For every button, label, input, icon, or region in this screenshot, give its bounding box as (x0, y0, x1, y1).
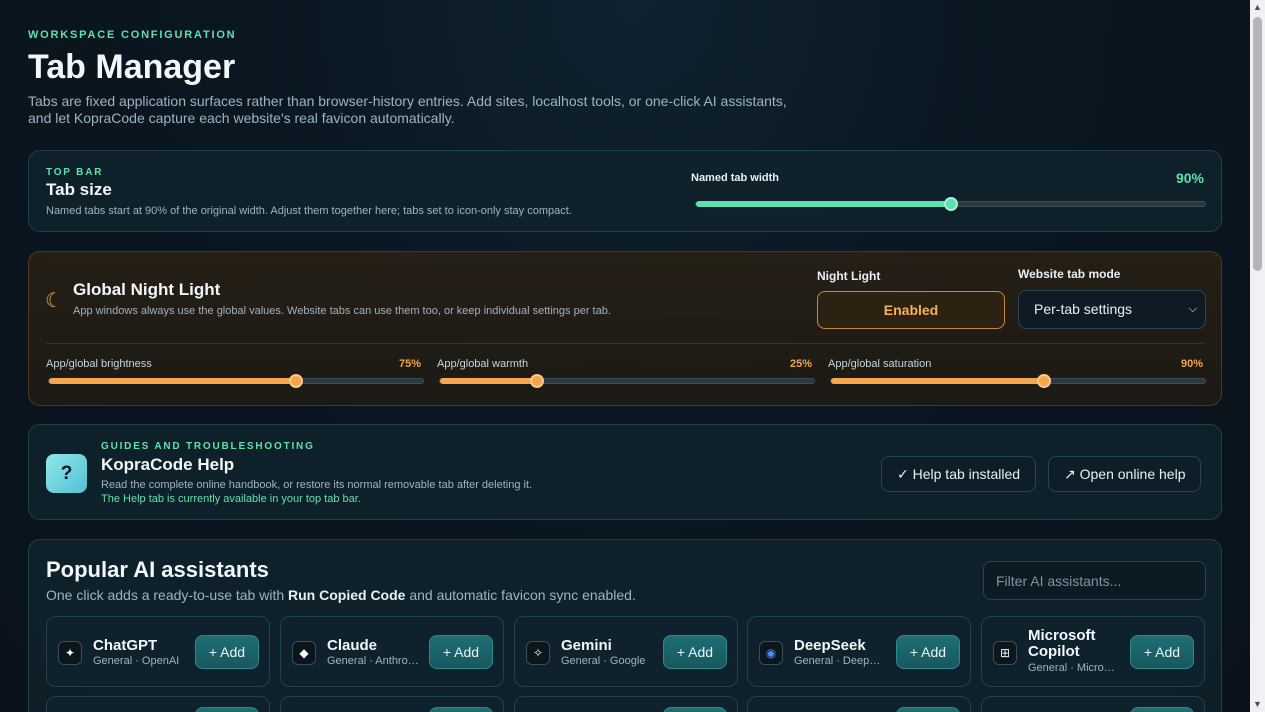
page-title: Tab Manager (28, 48, 236, 86)
filter-ai-input[interactable] (983, 561, 1206, 600)
add-claude-button[interactable]: + Add (429, 635, 493, 669)
claude-icon: ◆ (292, 641, 316, 665)
tab-width-label: Named tab width (691, 172, 780, 184)
assistant-tile-row2 (981, 696, 1205, 712)
assistant-meta: General · DeepSeek (794, 655, 886, 667)
assistant-tile-gemini: ✧ Gemini General · Google + Add (514, 616, 738, 687)
tab-size-card: TOP BAR Tab size Named tabs start at 90%… (28, 150, 1222, 232)
assistant-tile-row2 (747, 696, 971, 712)
assistant-meta: General · Microsoft (1028, 662, 1120, 674)
page-scrollbar[interactable]: ▲ ▼ (1250, 0, 1265, 712)
brightness-slider[interactable] (48, 374, 424, 388)
assistant-tile-row2 (46, 696, 270, 712)
tab-width-slider-fill (696, 201, 951, 207)
scroll-down-arrow-icon[interactable]: ▼ (1250, 697, 1265, 712)
night-light-toggle-button[interactable]: Enabled (817, 291, 1005, 329)
assistant-name: Microsoft Copilot (1028, 627, 1096, 660)
chevron-down-icon: ⌵ (1188, 303, 1197, 315)
ai-assistants-title: Popular AI assistants (46, 557, 269, 582)
ai-subtitle-bold: Run Copied Code (288, 587, 406, 603)
assistant-meta: General · OpenAI (93, 655, 180, 667)
assistant-meta: General · Google (561, 655, 646, 667)
saturation-label: App/global saturation (828, 358, 932, 370)
assistant-tile-claude: ◆ Claude General · Anthropic + Add (280, 616, 504, 687)
assistant-name: Gemini (561, 637, 612, 654)
warmth-slider[interactable] (439, 374, 815, 388)
add-copilot-button[interactable]: + Add (1130, 635, 1194, 669)
copilot-icon: ⊞ (993, 641, 1017, 665)
brightness-slider-fill (49, 378, 296, 384)
help-title: KopraCode Help (101, 455, 235, 474)
assistant-tile-row2 (514, 696, 738, 712)
saturation-slider-thumb[interactable] (1037, 374, 1051, 388)
warmth-slider-thumb[interactable] (530, 374, 544, 388)
assistant-tile-copilot: ⊞ Microsoft Copilot General · Microsoft … (981, 616, 1205, 687)
night-light-subtitle: App windows always use the global values… (73, 305, 611, 317)
add-button[interactable] (429, 707, 493, 712)
ai-assistants-subtitle: One click adds a ready-to-use tab with R… (46, 587, 636, 603)
open-online-help-button[interactable]: ↗ Open online help (1048, 456, 1202, 492)
help-card: ? GUIDES AND TROUBLESHOOTING KopraCode H… (28, 424, 1222, 520)
deepseek-icon: ◉ (759, 641, 783, 665)
assistant-meta: General · Anthropic (327, 655, 419, 667)
ai-subtitle-post: and automatic favicon sync enabled. (405, 587, 636, 603)
tab-width-slider[interactable] (695, 197, 1206, 211)
tab-width-slider-thumb[interactable] (944, 197, 958, 211)
night-light-card: ☾ Global Night Light App windows always … (28, 251, 1222, 406)
saturation-slider-fill (831, 378, 1044, 384)
assistant-tile-row2 (280, 696, 504, 712)
website-tab-mode-select[interactable]: Per-tab settings ⌵ (1018, 290, 1206, 329)
help-eyebrow: GUIDES AND TROUBLESHOOTING (101, 441, 315, 452)
brightness-label: App/global brightness (46, 358, 152, 370)
add-button[interactable] (1130, 707, 1194, 712)
moon-icon: ☾ (45, 290, 63, 312)
add-chatgpt-button[interactable]: + Add (195, 635, 259, 669)
add-button[interactable] (663, 707, 727, 712)
saturation-slider[interactable] (830, 374, 1206, 388)
brightness-value: 75% (399, 358, 422, 370)
night-light-toggle-label: Night Light (817, 269, 881, 283)
page-description: Tabs are fixed application surfaces rath… (28, 93, 787, 126)
warmth-slider-fill (440, 378, 537, 384)
website-tab-mode-label: Website tab mode (1018, 267, 1121, 281)
ai-subtitle-pre: One click adds a ready-to-use tab with (46, 587, 289, 603)
assistant-tile-deepseek: ◉ DeepSeek General · DeepSeek + Add (747, 616, 971, 687)
help-status: The Help tab is currently available in y… (101, 493, 361, 505)
scrollbar-thumb[interactable] (1253, 17, 1262, 271)
chatgpt-icon: ✦ (58, 641, 82, 665)
saturation-value: 90% (1181, 358, 1204, 370)
help-tab-installed-button[interactable]: ✓ Help tab installed (881, 456, 1037, 492)
scroll-up-arrow-icon[interactable]: ▲ (1250, 0, 1265, 15)
warmth-label: App/global warmth (437, 358, 529, 370)
gemini-icon: ✧ (526, 641, 550, 665)
assistant-name: ChatGPT (93, 637, 158, 654)
add-gemini-button[interactable]: + Add (663, 635, 727, 669)
website-tab-mode-value: Per-tab settings (1034, 301, 1133, 317)
tab-size-subtitle: Named tabs start at 90% of the original … (46, 205, 572, 217)
page-eyebrow: WORKSPACE CONFIGURATION (28, 29, 237, 41)
warmth-value: 25% (790, 358, 813, 370)
ai-assistants-card: Popular AI assistants One click adds a r… (28, 539, 1222, 712)
help-icon: ? (46, 454, 87, 493)
tab-width-value: 90% (1175, 170, 1204, 186)
add-deepseek-button[interactable]: + Add (896, 635, 960, 669)
tab-size-eyebrow: TOP BAR (46, 167, 104, 178)
assistant-name: DeepSeek (794, 637, 866, 654)
add-button[interactable] (195, 707, 259, 712)
assistant-name: Claude (327, 637, 378, 654)
tab-size-title: Tab size (46, 180, 112, 199)
add-button[interactable] (896, 707, 960, 712)
night-light-divider (46, 343, 1204, 344)
night-light-title: Global Night Light (73, 280, 221, 299)
assistant-tile-chatgpt: ✦ ChatGPT General · OpenAI + Add (46, 616, 270, 687)
help-subtitle: Read the complete online handbook, or re… (101, 479, 533, 491)
brightness-slider-thumb[interactable] (289, 374, 303, 388)
